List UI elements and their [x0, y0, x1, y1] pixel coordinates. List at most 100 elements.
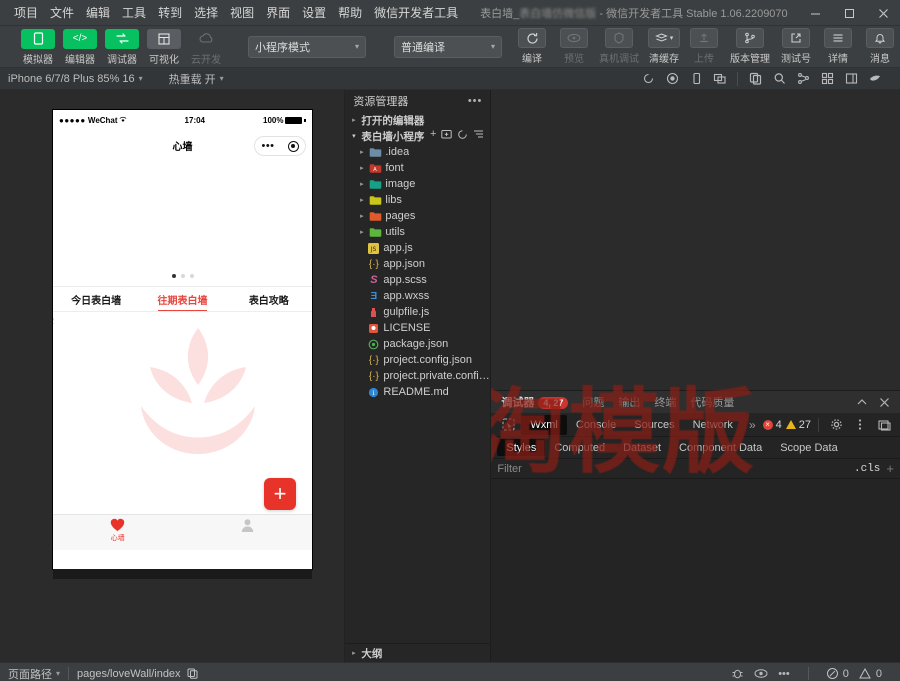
collapse-icon[interactable] [473, 129, 484, 143]
explorer-file-app-scss[interactable]: S app.scss [345, 272, 490, 288]
page-path-selector[interactable]: 页面路径 ▾ [8, 666, 60, 681]
tree-icon[interactable] [792, 70, 814, 88]
maximize-button[interactable] [832, 0, 866, 26]
gear-icon[interactable] [826, 415, 846, 435]
kebab-icon[interactable] [850, 415, 870, 435]
messages-button[interactable]: 消息 [860, 28, 900, 65]
preview-button[interactable]: 预览 [554, 28, 594, 65]
upload-button[interactable]: 上传 [684, 28, 724, 65]
ellipsis-icon[interactable]: ••• [778, 668, 790, 680]
refresh-icon[interactable] [457, 129, 468, 143]
explorer-file-license[interactable]: LICENSE [345, 320, 490, 336]
cls-toggle[interactable]: .cls [854, 463, 880, 475]
menu-item-select[interactable]: 选择 [188, 3, 224, 23]
target-icon[interactable] [287, 140, 299, 152]
compile-select[interactable]: 普通编译 ▾ [394, 35, 502, 58]
explorer-folder-font[interactable]: ▸ A font [345, 160, 490, 176]
multiscreen-icon[interactable] [709, 70, 731, 88]
version-control-button[interactable]: 版本管理 [726, 28, 774, 65]
inspect-icon[interactable] [495, 418, 521, 431]
menu-item-view[interactable]: 视图 [224, 3, 260, 23]
style-tab-styles[interactable]: Styles [497, 439, 546, 456]
menu-item-file[interactable]: 文件 [44, 3, 80, 23]
close-icon[interactable] [874, 392, 894, 412]
minimize-button[interactable] [798, 0, 832, 26]
more-dots-icon[interactable]: ••• [261, 141, 274, 152]
explorer-file-app-json[interactable]: {·} app.json [345, 256, 490, 272]
toolbar-cloud-button[interactable]: 云开发 [186, 28, 226, 66]
tabbar-item-profile[interactable] [183, 515, 313, 550]
add-post-button[interactable]: + [264, 478, 296, 510]
explorer-folder-idea[interactable]: ▸ .idea [345, 144, 490, 160]
clear-cache-button[interactable]: ▾ 清缓存 [644, 28, 684, 65]
toolbar-visual-button[interactable]: 可视化 [144, 28, 184, 66]
devtools-tab-problems[interactable]: 问题 [582, 394, 604, 410]
tab-today-wall[interactable]: 今日表白墙 [53, 287, 139, 311]
tab-guide[interactable]: 表白攻略 [226, 287, 312, 311]
panel-icon[interactable] [840, 70, 862, 88]
explorer-file-package-json[interactable]: package.json [345, 336, 490, 352]
copy-icon[interactable] [744, 70, 766, 88]
warning-count[interactable]: 27 [785, 419, 811, 431]
new-folder-icon[interactable] [441, 129, 453, 143]
style-tab-computed[interactable]: Computed [545, 439, 614, 456]
devtools-tab-console[interactable]: Console [567, 415, 625, 435]
hot-reload-selector[interactable]: 热重载 开 ▾ [169, 71, 224, 87]
style-tab-scope-data[interactable]: Scope Data [771, 439, 846, 456]
tab-past-wall[interactable]: 往期表白墙 [139, 287, 225, 311]
menu-item-edit[interactable]: 编辑 [80, 3, 116, 23]
new-file-icon[interactable]: + [430, 129, 436, 143]
error-count[interactable]: × 4 [762, 419, 782, 431]
copy-icon[interactable] [187, 668, 198, 679]
menu-item-settings[interactable]: 设置 [296, 3, 332, 23]
toolbar-debugger-button[interactable]: 调试器 [102, 28, 142, 66]
record-icon[interactable] [661, 70, 683, 88]
test-account-button[interactable]: 测试号 [776, 28, 816, 65]
plus-icon[interactable]: + [886, 461, 894, 476]
wechat-capsule[interactable]: ••• [254, 136, 306, 156]
style-tab-dataset[interactable]: Dataset [614, 439, 670, 456]
dock-icon[interactable] [874, 415, 894, 435]
explorer-folder-libs[interactable]: ▸ libs [345, 192, 490, 208]
mode-select[interactable]: 小程序模式 ▾ [248, 35, 366, 58]
apps-icon[interactable] [816, 70, 838, 88]
editor-area[interactable] [491, 90, 900, 390]
explorer-outline[interactable]: ▸ 大纲 [345, 644, 490, 662]
device-frame-icon[interactable] [685, 70, 707, 88]
explorer-file-gulpfile[interactable]: gulpfile.js [345, 304, 490, 320]
real-device-debug-button[interactable]: 真机调试 [596, 28, 642, 65]
menu-item-goto[interactable]: 转到 [152, 3, 188, 23]
banner-swiper[interactable] [53, 160, 312, 286]
explorer-open-editors[interactable]: ▸ 打开的编辑器 [345, 112, 490, 128]
devtools-tab-code-quality[interactable]: 代码质量 [690, 394, 734, 410]
explorer-folder-image[interactable]: ▸ image [345, 176, 490, 192]
toolbar-simulator-button[interactable]: 模拟器 [18, 28, 58, 66]
explorer-file-readme[interactable]: i README.md [345, 384, 490, 400]
menu-item-project[interactable]: 项目 [8, 3, 44, 23]
menu-item-devtools[interactable]: 微信开发者工具 [368, 3, 464, 23]
status-error-count[interactable]: 0 [826, 668, 849, 680]
pointer-icon[interactable] [864, 70, 886, 88]
devtools-tabs-overflow[interactable]: » [742, 415, 763, 435]
menu-item-interface[interactable]: 界面 [260, 3, 296, 23]
close-button[interactable] [866, 0, 900, 26]
swiper-dot[interactable] [189, 274, 194, 278]
device-selector[interactable]: iPhone 6/7/8 Plus 85% 16 ▾ [8, 73, 143, 85]
status-warning-count[interactable]: 0 [859, 668, 882, 680]
explorer-project-root[interactable]: ▾ 表白墙小程序 + [345, 128, 490, 144]
devtools-tab-debugger[interactable]: 调试器 4, 27 [501, 394, 569, 410]
devtools-tab-output[interactable]: 输出 [618, 394, 640, 410]
explorer-folder-utils[interactable]: ▸ utils [345, 224, 490, 240]
swiper-dot[interactable] [171, 274, 176, 278]
devtools-tab-sources[interactable]: Sources [625, 415, 683, 435]
devtools-tab-network[interactable]: Network [684, 415, 742, 435]
toolbar-editor-button[interactable]: </> 编辑器 [60, 28, 100, 66]
swiper-dot[interactable] [180, 274, 185, 278]
style-filter-input[interactable]: Filter [497, 463, 848, 475]
details-button[interactable]: 详情 [818, 28, 858, 65]
collapse-icon[interactable] [852, 392, 872, 412]
search-icon[interactable] [768, 70, 790, 88]
compile-button[interactable]: 编译 [512, 28, 552, 65]
eye-icon[interactable] [754, 668, 768, 679]
explorer-file-app-wxss[interactable]: Ǝ app.wxss [345, 288, 490, 304]
